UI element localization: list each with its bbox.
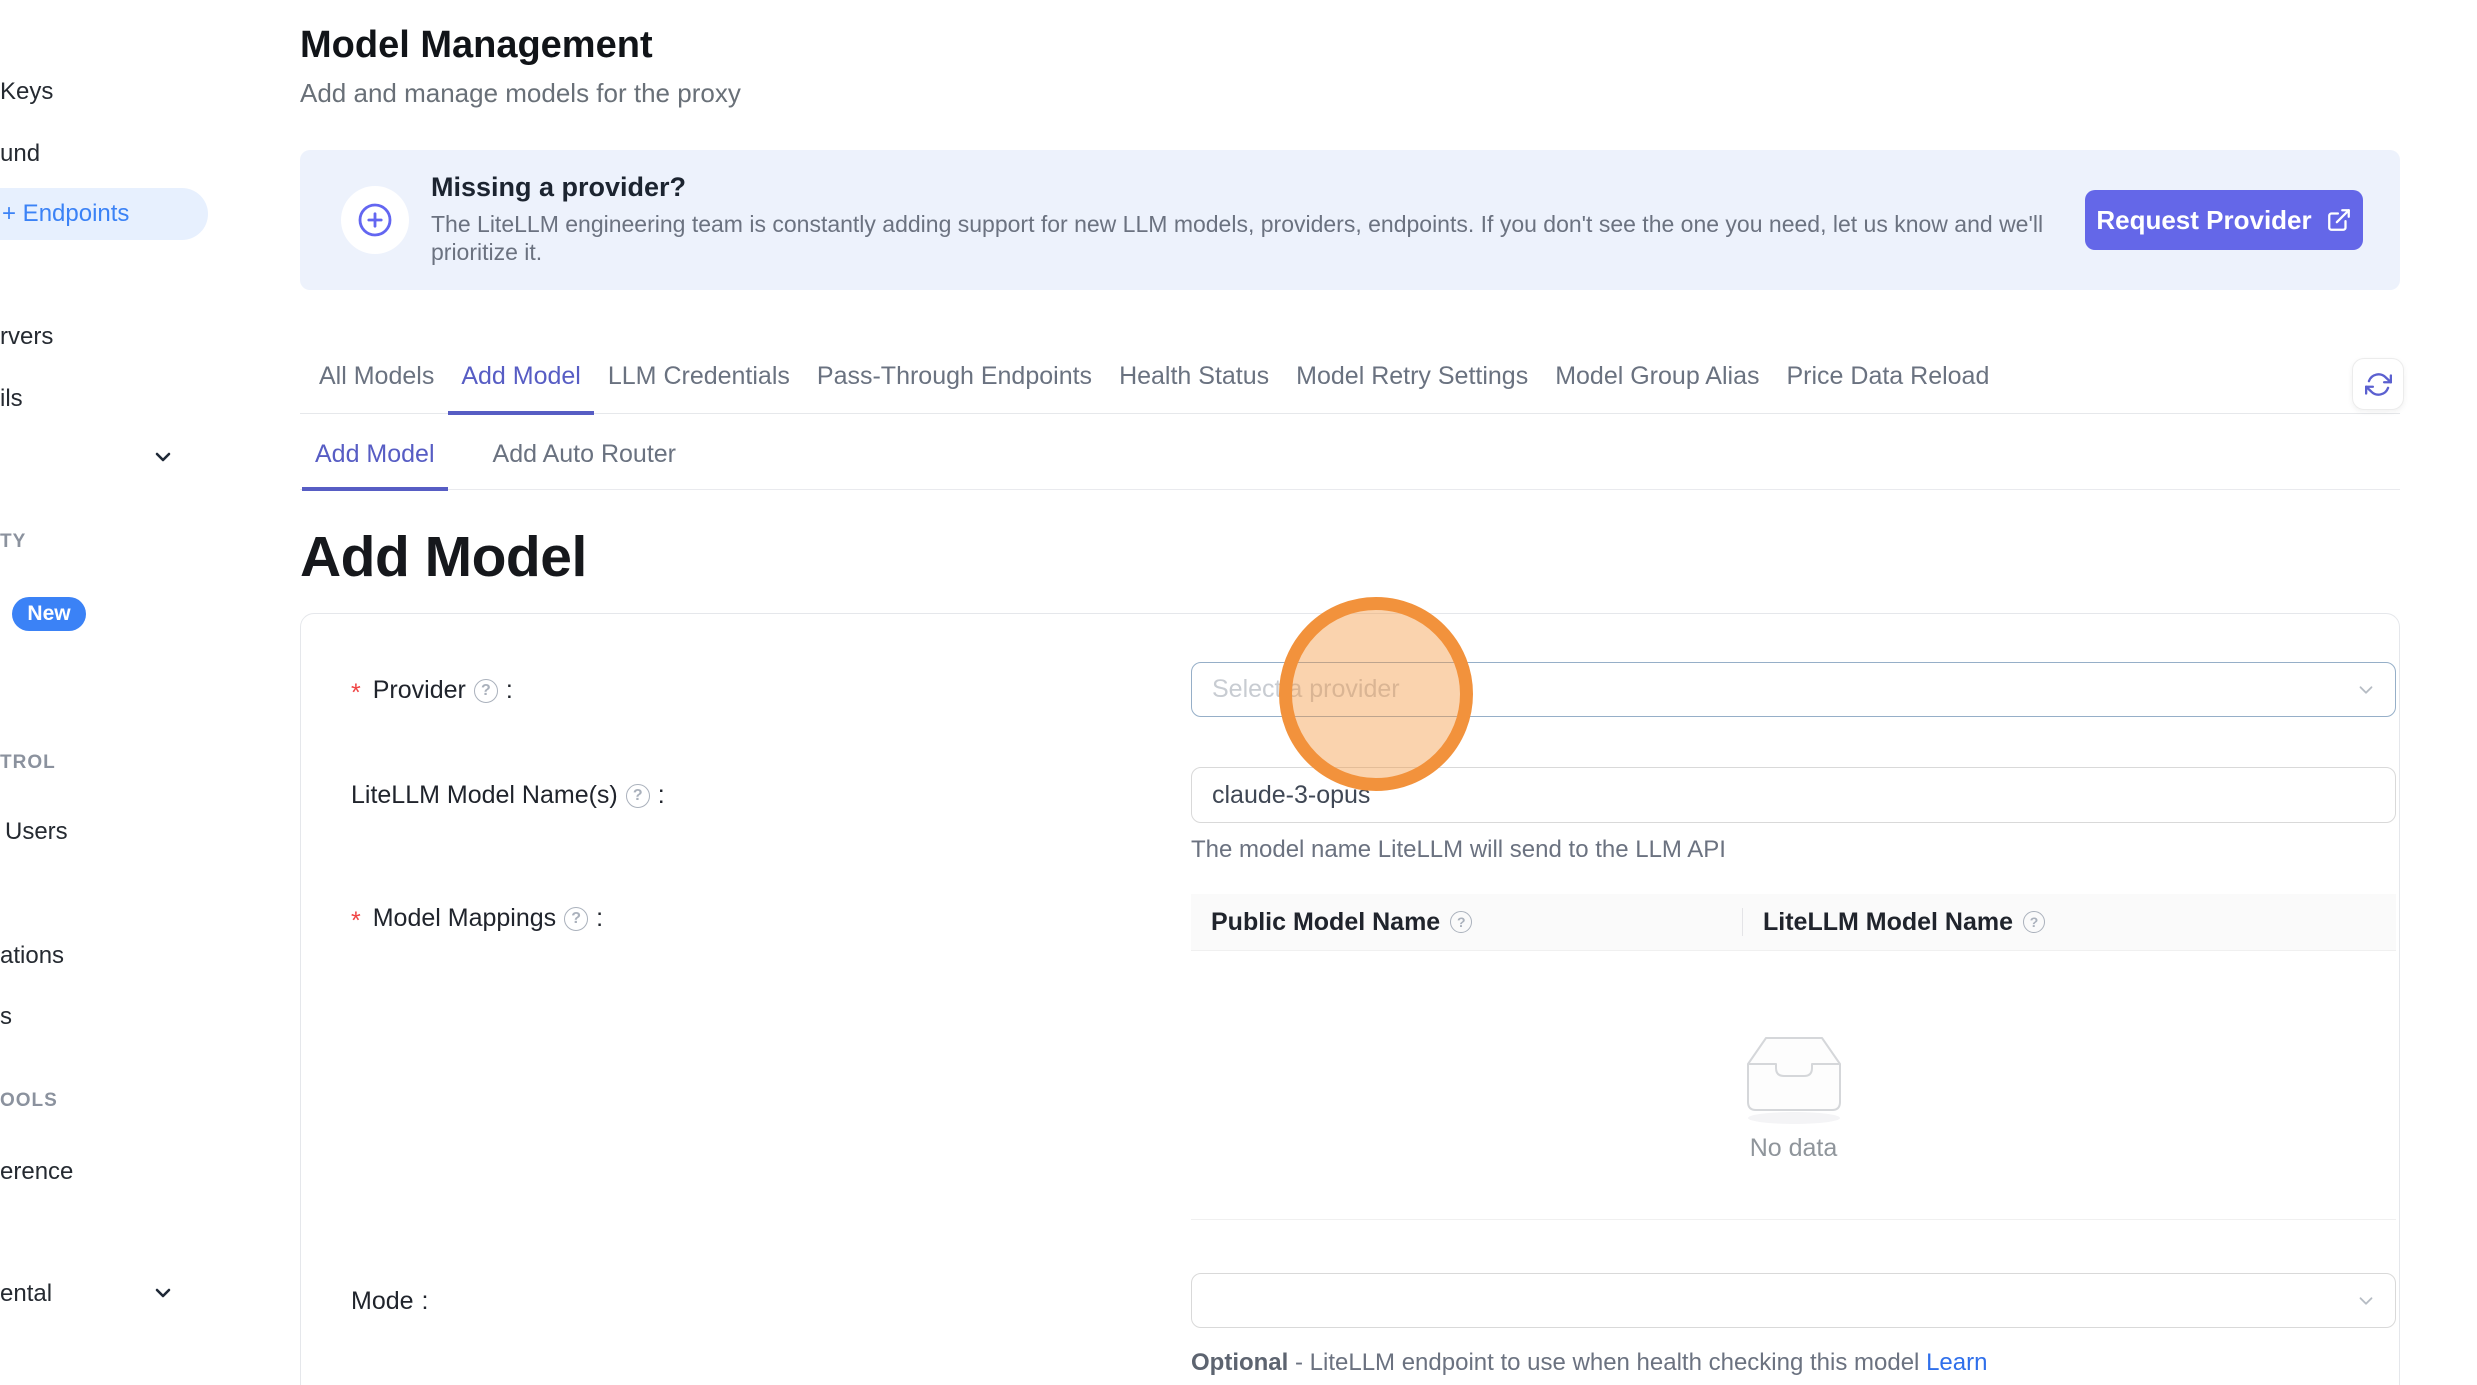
model-mappings-table-header: Public Model Name ? LiteLLM Model Name ? bbox=[1191, 894, 2396, 951]
banner-description: The LiteLLM engineering team is constant… bbox=[431, 210, 2051, 266]
add-model-subtabs: Add Model Add Auto Router bbox=[300, 440, 2400, 490]
sidebar-item-label: + Endpoints bbox=[2, 200, 129, 228]
mode-select[interactable] bbox=[1191, 1273, 2396, 1328]
chevron-down-icon bbox=[2355, 679, 2377, 701]
help-icon[interactable]: ? bbox=[2023, 911, 2045, 933]
add-model-heading: Add Model bbox=[300, 524, 587, 590]
model-mappings-label-text: Model Mappings bbox=[373, 904, 556, 933]
sidebar-item-reference[interactable]: erence bbox=[0, 1158, 73, 1186]
column-header-label: Public Model Name bbox=[1211, 908, 1440, 937]
chevron-down-icon[interactable] bbox=[151, 445, 175, 469]
refresh-icon bbox=[2365, 371, 2392, 398]
request-provider-label: Request Provider bbox=[2096, 205, 2311, 236]
mode-helper: Optional - LiteLLM endpoint to use when … bbox=[1191, 1349, 1987, 1377]
help-icon[interactable]: ? bbox=[1450, 911, 1472, 933]
litellm-model-name-label-text: LiteLLM Model Name(s) bbox=[351, 781, 618, 810]
banner-title: Missing a provider? bbox=[431, 172, 686, 203]
mode-helper-text: - LiteLLM endpoint to use when health ch… bbox=[1295, 1349, 1919, 1376]
help-icon[interactable]: ? bbox=[626, 784, 650, 808]
sidebar-item-users[interactable]: Users bbox=[5, 818, 68, 846]
tab-llm-credentials[interactable]: LLM Credentials bbox=[595, 362, 803, 414]
sidebar-item-organizations[interactable]: ations bbox=[0, 942, 64, 970]
model-tabs: All Models Add Model LLM Credentials Pas… bbox=[300, 362, 2400, 414]
tab-pass-through-endpoints[interactable]: Pass-Through Endpoints bbox=[804, 362, 1105, 414]
chevron-down-icon[interactable] bbox=[151, 1281, 175, 1305]
mode-label-text: Mode bbox=[351, 1287, 414, 1316]
refresh-button[interactable] bbox=[2352, 358, 2404, 410]
mode-label: Mode bbox=[351, 1287, 429, 1316]
provider-select-placeholder: Select a provider bbox=[1212, 675, 1400, 704]
tab-model-retry-settings[interactable]: Model Retry Settings bbox=[1283, 362, 1541, 414]
mode-helper-bold: Optional bbox=[1191, 1349, 1288, 1376]
add-model-form-card: Provider ? Select a provider LiteLLM Mod… bbox=[300, 613, 2400, 1385]
missing-provider-banner: Missing a provider? The LiteLLM engineer… bbox=[300, 150, 2400, 290]
column-header-litellm-model-name: LiteLLM Model Name ? bbox=[1743, 894, 2396, 950]
no-data-text: No data bbox=[1750, 1134, 1838, 1163]
model-management-page: Keys und + Endpoints rvers ils TY New TR… bbox=[0, 0, 2477, 1385]
column-header-label: LiteLLM Model Name bbox=[1763, 908, 2013, 937]
sidebar-item-playground[interactable]: und bbox=[0, 140, 40, 168]
sidebar-item-s[interactable]: s bbox=[0, 1003, 12, 1031]
column-header-public-model-name: Public Model Name ? bbox=[1191, 894, 1743, 950]
litellm-model-name-label: LiteLLM Model Name(s) ? bbox=[351, 781, 665, 810]
chevron-down-icon bbox=[2355, 1290, 2377, 1312]
external-link-icon bbox=[2326, 207, 2352, 233]
tab-price-data-reload[interactable]: Price Data Reload bbox=[1773, 362, 2002, 414]
page-subtitle: Add and manage models for the proxy bbox=[300, 78, 741, 109]
plus-circle-icon bbox=[341, 186, 409, 254]
tab-health-status[interactable]: Health Status bbox=[1106, 362, 1282, 414]
sidebar-section-label: TROL bbox=[0, 752, 56, 774]
model-mappings-table: Public Model Name ? LiteLLM Model Name ?… bbox=[1191, 894, 2396, 1220]
sidebar-item-servers[interactable]: rvers bbox=[0, 323, 53, 351]
litellm-model-name-input[interactable] bbox=[1191, 767, 2396, 823]
tab-add-model[interactable]: Add Model bbox=[448, 362, 594, 414]
subtab-add-model[interactable]: Add Model bbox=[302, 440, 448, 490]
page-title: Model Management bbox=[300, 24, 653, 67]
sidebar-section-label: TY bbox=[0, 531, 26, 553]
sidebar-item-keys[interactable]: Keys bbox=[0, 78, 53, 106]
litellm-model-name-helper: The model name LiteLLM will send to the … bbox=[1191, 836, 1726, 864]
empty-box-icon bbox=[1734, 1026, 1854, 1126]
provider-label-text: Provider bbox=[373, 676, 466, 705]
new-badge: New bbox=[12, 597, 86, 631]
help-icon[interactable]: ? bbox=[564, 907, 588, 931]
help-icon[interactable]: ? bbox=[474, 679, 498, 703]
sidebar-section-label: OOLS bbox=[0, 1090, 58, 1112]
sidebar-item-models-endpoints[interactable]: + Endpoints bbox=[0, 188, 208, 240]
model-mappings-label: Model Mappings ? bbox=[351, 904, 603, 933]
provider-label: Provider ? bbox=[351, 676, 513, 705]
tab-all-models[interactable]: All Models bbox=[306, 362, 447, 414]
subtab-add-auto-router[interactable]: Add Auto Router bbox=[480, 440, 689, 490]
sidebar-item-ils[interactable]: ils bbox=[0, 385, 23, 413]
sidebar-item-experimental[interactable]: ental bbox=[0, 1280, 52, 1308]
sidebar: Keys und + Endpoints rvers ils TY New TR… bbox=[0, 0, 230, 1385]
tab-model-group-alias[interactable]: Model Group Alias bbox=[1542, 362, 1772, 414]
model-mappings-empty-state: No data bbox=[1191, 951, 2396, 1220]
provider-select[interactable]: Select a provider bbox=[1191, 662, 2396, 717]
learn-link[interactable]: Learn bbox=[1926, 1349, 1987, 1376]
request-provider-button[interactable]: Request Provider bbox=[2085, 190, 2363, 250]
